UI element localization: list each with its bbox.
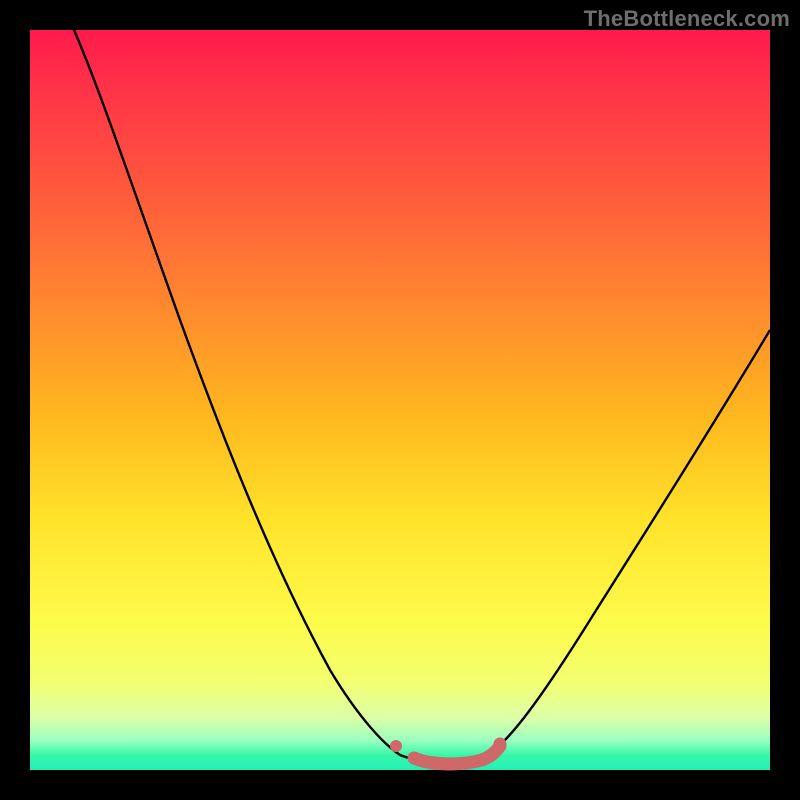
plot-area <box>30 30 770 770</box>
chart-frame: TheBottleneck.com <box>0 0 800 800</box>
curve-left <box>74 30 400 755</box>
marker-right-rise <box>494 738 507 751</box>
curve-right <box>488 330 770 755</box>
marker-floor-stroke <box>414 746 500 764</box>
curve-layer <box>30 30 770 770</box>
marker-left-dot <box>390 740 402 752</box>
attribution-text: TheBottleneck.com <box>584 6 790 32</box>
